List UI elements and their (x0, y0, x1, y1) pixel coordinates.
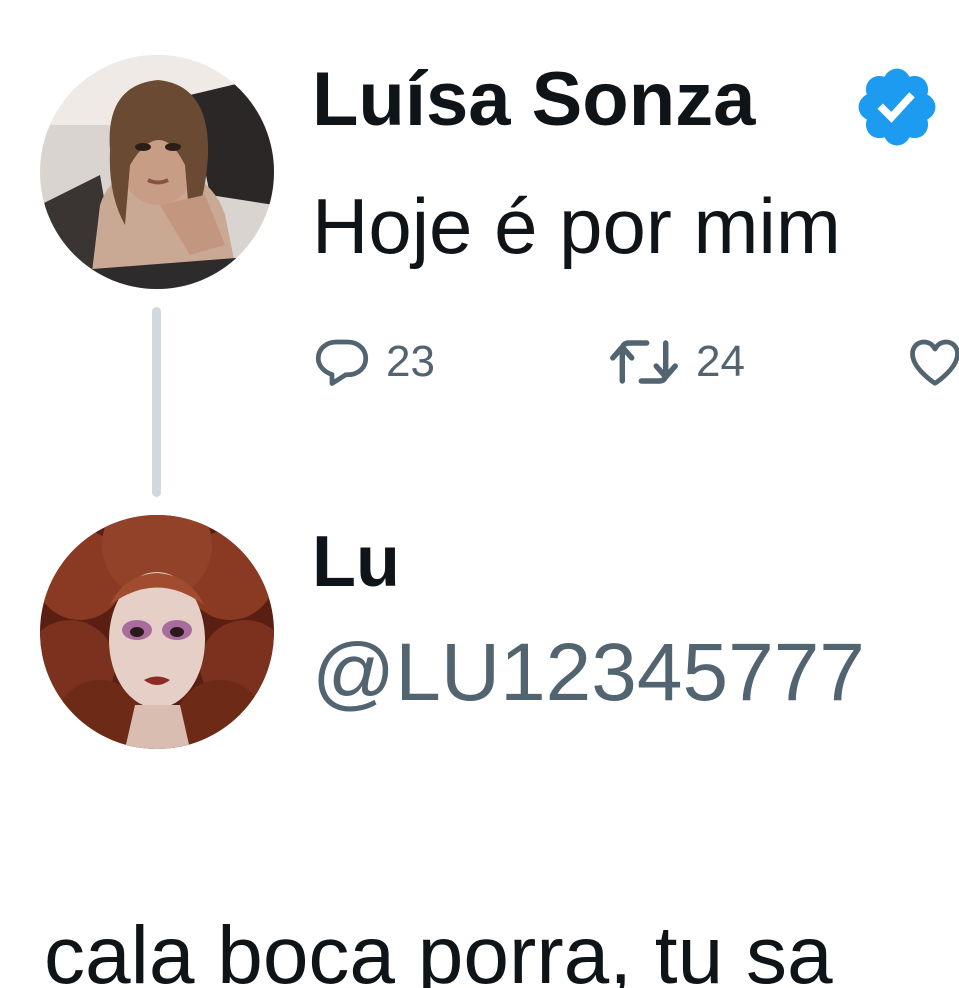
reply-icon (315, 339, 369, 386)
tweet-thread: Luísa Sonza Hoje é por mim 23 24 Lu @LU1… (0, 0, 959, 988)
retweet-icon (610, 340, 678, 384)
like-button[interactable] (905, 332, 959, 392)
author-display-name[interactable]: Luísa Sonza (312, 62, 755, 138)
retweet-button[interactable]: 24 (606, 332, 745, 392)
profile-photo (40, 55, 274, 289)
verified-badge-icon (858, 68, 936, 146)
author-avatar[interactable] (40, 55, 274, 289)
profile-photo (40, 515, 274, 749)
reply-author-handle[interactable]: @LU12345777 (312, 632, 865, 714)
reply-author-avatar[interactable] (40, 515, 274, 749)
reply-author-display-name[interactable]: Lu (312, 526, 400, 598)
reply-tweet-text: cala boca porra, tu sa (44, 910, 833, 988)
reply-button[interactable]: 23 (312, 332, 435, 392)
thread-connector-line (152, 307, 161, 497)
heart-icon (910, 339, 959, 386)
retweet-count: 24 (696, 337, 745, 386)
reply-count: 23 (386, 337, 435, 386)
tweet-text: Hoje é por mim (312, 182, 841, 270)
